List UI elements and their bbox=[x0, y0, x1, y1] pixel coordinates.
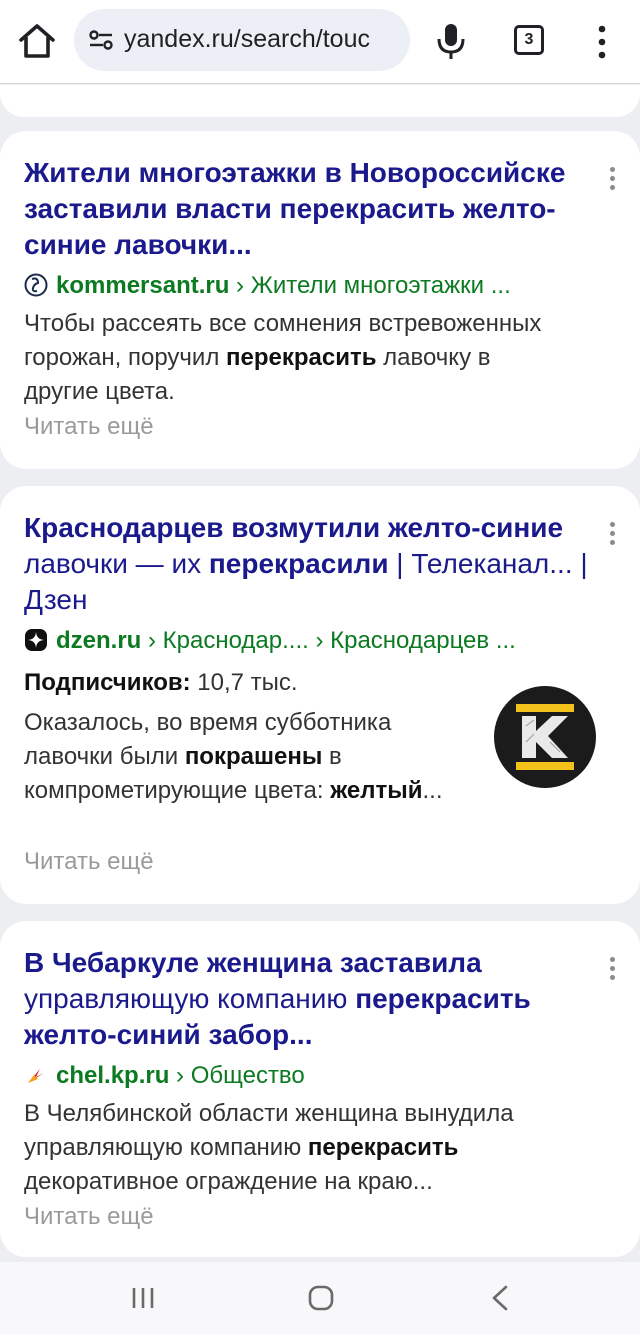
subscribers-count: Подписчиков: 10,7 тыс. bbox=[24, 669, 298, 696]
result-options-icon[interactable] bbox=[606, 167, 618, 195]
channel-logo-icon bbox=[516, 704, 574, 770]
browser-toolbar: yandex.ru/search/touc 3 bbox=[0, 0, 640, 84]
tab-switcher-button[interactable]: 3 bbox=[514, 25, 544, 55]
result-snippet: Оказалось, во время субботника лавочки б… bbox=[24, 709, 443, 804]
search-result-card[interactable]: Жители многоэтажки в Новороссийске заста… bbox=[0, 131, 640, 469]
dzen-favicon-icon bbox=[25, 629, 47, 651]
site-settings-icon[interactable] bbox=[88, 29, 114, 51]
home-icon[interactable] bbox=[16, 20, 58, 62]
microphone-icon[interactable] bbox=[436, 22, 466, 60]
home-nav-icon[interactable] bbox=[307, 1284, 335, 1312]
kommersant-favicon-icon bbox=[24, 273, 48, 297]
search-result-card[interactable]: В Чебаркуле женщина заставила управляющу… bbox=[0, 921, 640, 1257]
address-bar[interactable]: yandex.ru/search/touc bbox=[74, 9, 410, 71]
previous-result-card bbox=[0, 85, 640, 117]
channel-avatar[interactable] bbox=[494, 686, 596, 788]
back-icon[interactable] bbox=[488, 1284, 512, 1312]
read-more-link[interactable]: Читать ещё bbox=[24, 845, 154, 879]
read-more-link[interactable]: Читать ещё bbox=[24, 410, 154, 444]
result-source[interactable]: dzen.ru › Краснодар.... › Краснодарцев .… bbox=[24, 624, 604, 658]
more-menu-icon[interactable] bbox=[590, 24, 614, 60]
result-title[interactable]: В Чебаркуле женщина заставила управляющу… bbox=[24, 945, 594, 1053]
result-source[interactable]: chel.kp.ru › Общество bbox=[24, 1059, 604, 1093]
search-result-card[interactable]: Краснодарцев возмутили желто-синие лавоч… bbox=[0, 486, 640, 904]
result-snippet: Чтобы рассеять все сомнения встревоженны… bbox=[24, 310, 542, 405]
result-options-icon[interactable] bbox=[606, 522, 618, 550]
result-title[interactable]: Краснодарцев возмутили желто-синие лавоч… bbox=[24, 510, 594, 618]
recent-apps-icon[interactable] bbox=[130, 1285, 156, 1311]
result-options-icon[interactable] bbox=[606, 957, 618, 985]
url-text[interactable]: yandex.ru/search/touc bbox=[124, 25, 404, 54]
result-source[interactable]: kommersant.ru › Жители многоэтажки ... bbox=[24, 269, 604, 303]
read-more-link[interactable]: Читать ещё bbox=[24, 1200, 154, 1234]
result-title[interactable]: Жители многоэтажки в Новороссийске заста… bbox=[24, 155, 594, 263]
kp-favicon-icon bbox=[28, 1069, 44, 1083]
result-snippet: В Челябинской области женщина вынудила у… bbox=[24, 1100, 514, 1195]
system-navigation-bar bbox=[0, 1262, 640, 1334]
